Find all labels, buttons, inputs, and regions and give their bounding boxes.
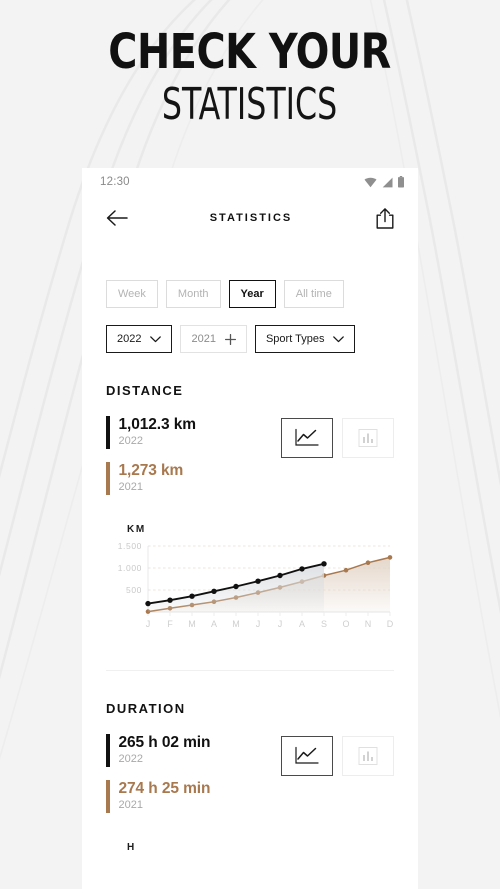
plus-icon (224, 333, 236, 345)
distance-chart-type-toggles (281, 418, 394, 458)
section-title-distance: DISTANCE (106, 383, 184, 398)
distance-stat-2021: 1,273 km 2021 (106, 462, 196, 495)
range-chip-alltime[interactable]: All time (283, 280, 344, 308)
range-filter-group: Week Month Year All time (106, 280, 394, 308)
svg-text:J: J (278, 619, 283, 629)
stat-color-bar (106, 462, 110, 495)
distance-chart-unit: KM (127, 524, 146, 535)
svg-text:F: F (167, 619, 173, 629)
svg-text:1.500: 1.500 (118, 541, 142, 551)
phone-screen: 12:30 STATISTICS Week Month Year All tim… (82, 168, 418, 889)
share-icon (376, 207, 394, 229)
line-chart-icon (295, 428, 319, 446)
distance-year-2021: 2021 (118, 481, 143, 493)
svg-text:J: J (256, 619, 261, 629)
promo-headline: CHECK YOUR STATISTICS (0, 0, 500, 168)
bar-chart-icon (358, 429, 378, 447)
status-bar-icons (364, 176, 404, 188)
duration-year-2022: 2022 (118, 753, 143, 765)
svg-text:M: M (188, 619, 196, 629)
battery-icon (398, 176, 404, 188)
section-distance: DISTANCE 1,012.3 km 2022 1,273 km 2021 K… (106, 353, 394, 637)
duration-stat-2022: 265 h 02 min 2022 (106, 734, 210, 767)
signal-icon (382, 177, 393, 187)
year-selector-2021-label: 2021 (191, 333, 216, 345)
svg-text:D: D (387, 619, 394, 629)
statistics-content: Week Month Year All time 2022 2021 Sport… (82, 280, 418, 853)
year-selector-2022-label: 2022 (117, 333, 142, 345)
svg-text:A: A (211, 619, 217, 629)
selector-group: 2022 2021 Sport Types (106, 325, 394, 353)
svg-text:1.000: 1.000 (118, 563, 142, 573)
year-selector-2022[interactable]: 2022 (106, 325, 173, 353)
duration-year-2021: 2021 (118, 799, 143, 811)
bar-chart-toggle[interactable] (342, 418, 394, 458)
svg-text:A: A (299, 619, 305, 629)
sport-types-label: Sport Types (265, 333, 325, 345)
section-duration: DURATION 265 h 02 min 2022 274 h 25 min (106, 671, 394, 853)
svg-text:O: O (342, 619, 349, 629)
svg-text:500: 500 (126, 585, 142, 595)
distance-stat-2022: 1,012.3 km 2022 (106, 416, 196, 449)
range-chip-month[interactable]: Month (165, 280, 221, 308)
duration-value-2021: 274 h 25 min (118, 780, 211, 797)
chevron-down-icon (150, 335, 162, 342)
chevron-down-icon (333, 335, 345, 342)
stat-color-bar (106, 416, 110, 449)
wifi-icon (364, 177, 377, 187)
svg-text:J: J (146, 619, 151, 629)
bar-chart-icon (358, 747, 378, 765)
duration-chart-unit: H (127, 842, 136, 853)
distance-year-2022: 2022 (118, 435, 143, 447)
stat-color-bar (106, 780, 110, 813)
back-button[interactable] (104, 205, 130, 231)
distance-stats-row: 1,012.3 km 2022 1,273 km 2021 (106, 415, 394, 508)
range-chip-year[interactable]: Year (228, 280, 276, 308)
distance-stats-column: 1,012.3 km 2022 1,273 km 2021 (106, 415, 196, 508)
arrow-left-icon (106, 210, 128, 226)
svg-text:S: S (321, 619, 327, 629)
bar-chart-toggle[interactable] (342, 736, 394, 776)
status-bar: 12:30 (82, 168, 418, 196)
year-selector-2021-add[interactable]: 2021 (180, 325, 247, 353)
share-button[interactable] (372, 205, 398, 231)
section-title-duration: DURATION (106, 701, 186, 716)
stat-color-bar (106, 734, 110, 767)
svg-text:M: M (232, 619, 240, 629)
duration-chart-type-toggles (281, 736, 394, 776)
app-header: STATISTICS (82, 196, 418, 240)
duration-stat-2021: 274 h 25 min 2021 (106, 780, 210, 813)
promo-headline-line2: STATISTICS (162, 79, 338, 130)
distance-chart[interactable]: 500 1.000 1.500 J F M A M J J A S O N D (106, 540, 394, 637)
svg-text:N: N (365, 619, 372, 629)
range-chip-week[interactable]: Week (106, 280, 158, 308)
duration-stats-row: 265 h 02 min 2022 274 h 25 min 2021 (106, 733, 394, 826)
page-title: STATISTICS (209, 212, 293, 224)
distance-value-2022: 1,012.3 km (118, 416, 197, 433)
duration-stats-column: 265 h 02 min 2022 274 h 25 min 2021 (106, 733, 210, 826)
promo-headline-line1: CHECK YOUR (108, 24, 392, 80)
line-chart-toggle[interactable] (281, 736, 333, 776)
status-bar-time: 12:30 (100, 176, 130, 188)
distance-value-2021: 1,273 km (118, 462, 184, 479)
duration-value-2022: 265 h 02 min (118, 734, 211, 751)
line-chart-toggle[interactable] (281, 418, 333, 458)
sport-types-selector[interactable]: Sport Types (254, 325, 356, 353)
line-chart-icon (295, 746, 319, 764)
